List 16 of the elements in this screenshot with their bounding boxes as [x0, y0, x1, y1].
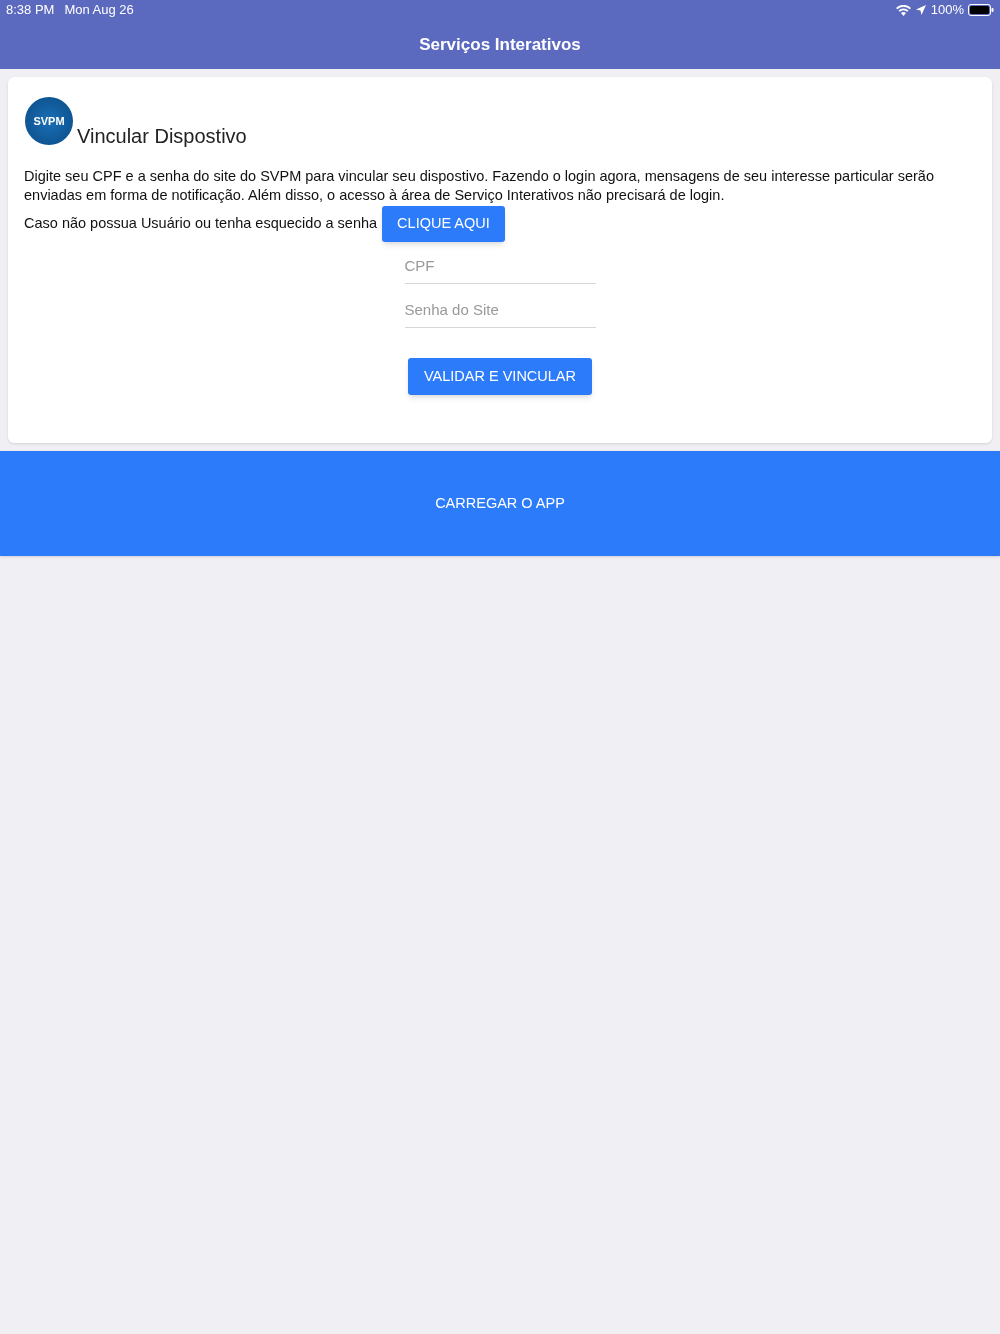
validate-button[interactable]: VALIDAR E VINCULAR — [408, 358, 592, 395]
load-app-button[interactable]: CARREGAR O APP — [0, 451, 1000, 556]
status-date: Mon Aug 26 — [64, 1, 134, 20]
input-field[interactable]: Senha do Site — [404, 292, 596, 328]
logo: SVPM — [25, 97, 73, 145]
battery-icon — [968, 4, 994, 16]
input-field[interactable]: CPF — [404, 248, 596, 284]
battery-percent: 100% — [930, 1, 964, 20]
wifi-icon — [895, 4, 911, 16]
description: Digite seu CPF e a senha do site do SVPM para vincular seu dispostivo. Fazendo o login agora, mensagens de seu interesse particular serão enviadas em forma de notificação. Além disso, o acesso à área de Serviço Interativos não precisará de login. — [24, 167, 935, 205]
status-time: 8:38 PM — [6, 1, 55, 20]
nav-title: Serviços Interativos — [419, 33, 581, 56]
help-text: Caso não possua Usuário ou tenha esquecido a senha — [24, 214, 378, 234]
card-title: Vincular Dispostivo — [77, 124, 247, 149]
location-icon — [915, 5, 926, 15]
click-here-button[interactable]: CLIQUE AQUI — [382, 206, 505, 242]
